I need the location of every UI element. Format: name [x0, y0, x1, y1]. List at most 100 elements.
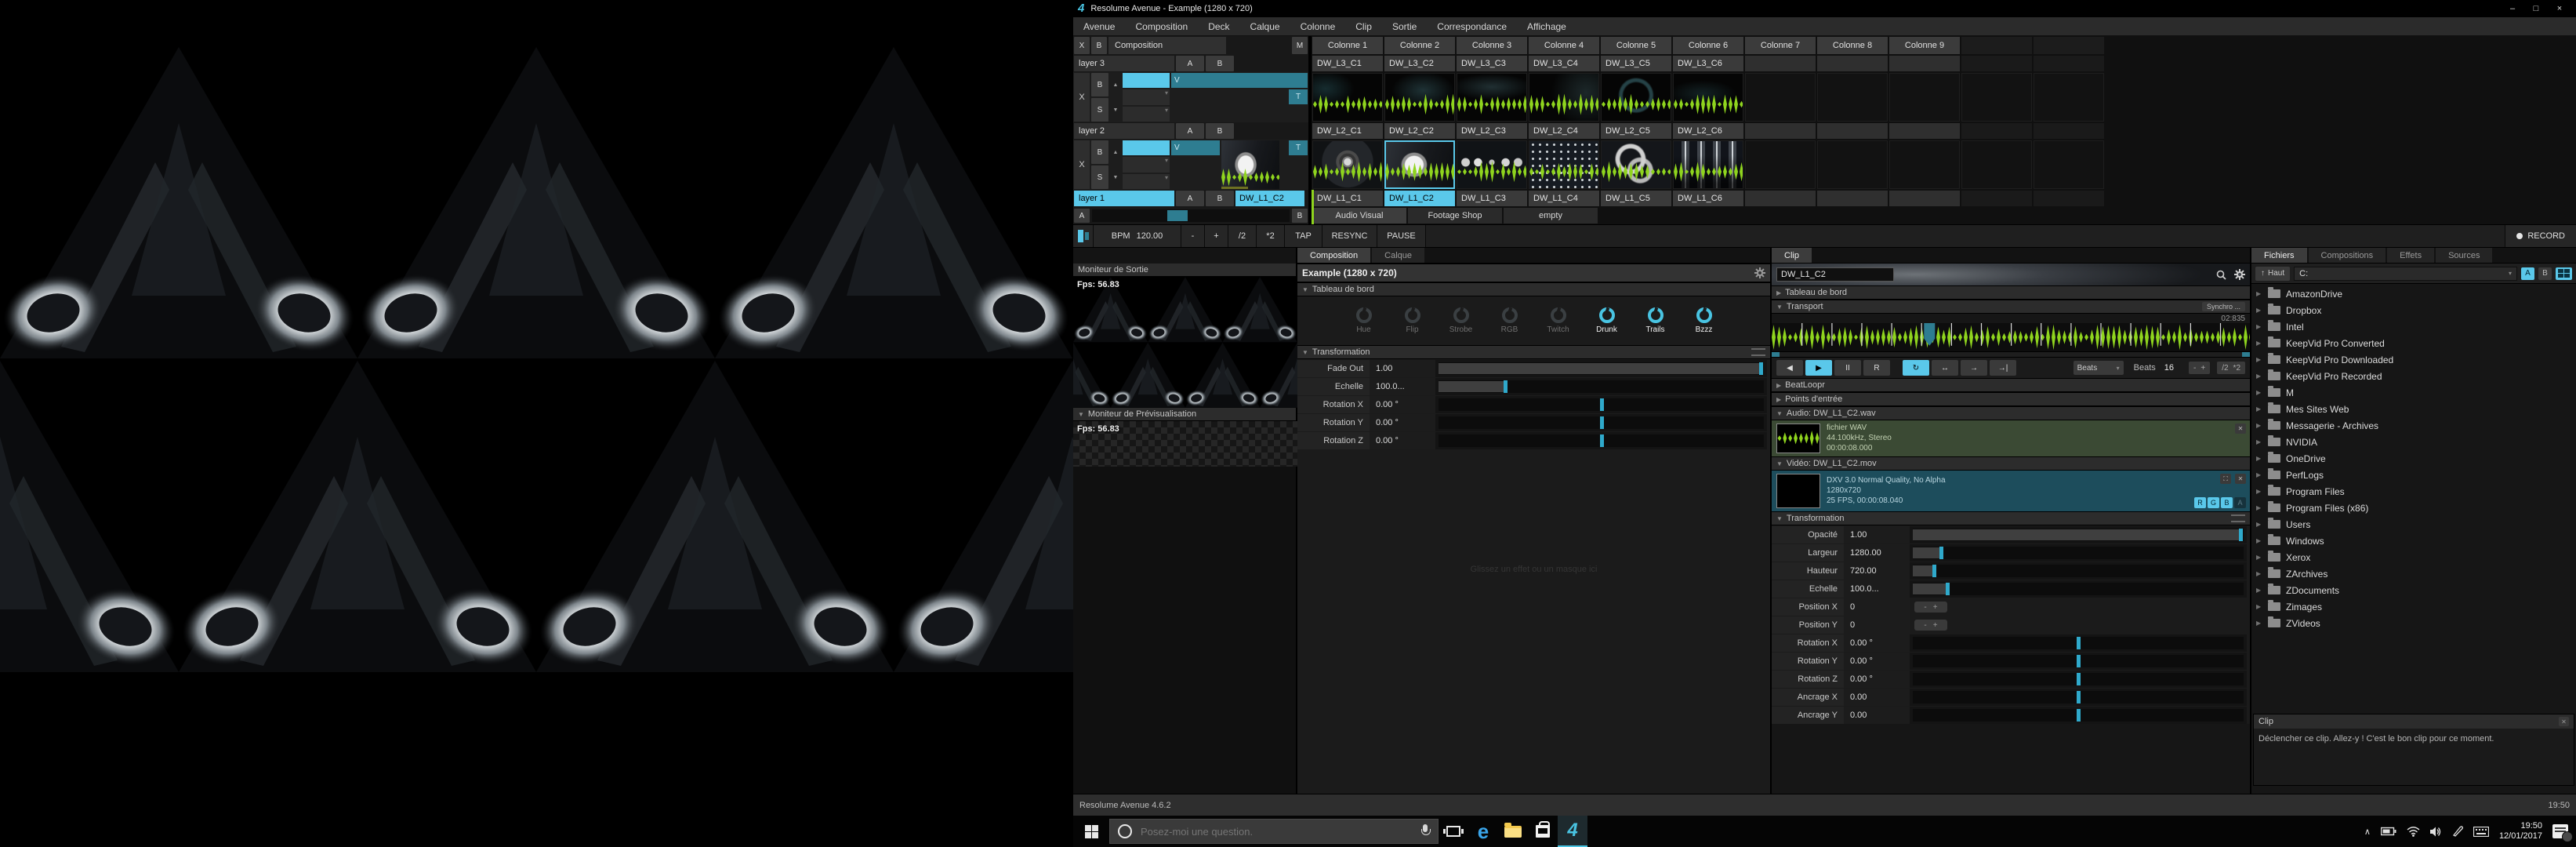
- taskbar-search[interactable]: [1109, 819, 1439, 844]
- expand-arrow-icon[interactable]: ▶: [2256, 290, 2262, 297]
- param-slider[interactable]: -+: [1910, 616, 2247, 634]
- clip-name-cell[interactable]: DW_L2_C6: [1673, 123, 1743, 139]
- channel-toggle[interactable]: A: [2234, 497, 2246, 508]
- param-slider[interactable]: [1910, 562, 2247, 580]
- hamburger-icon[interactable]: [1751, 348, 1765, 356]
- layer3-up-arrow[interactable]: ▲: [1109, 72, 1122, 97]
- dashboard-knob[interactable]: Hue: [1344, 307, 1384, 334]
- tap-button[interactable]: TAP: [1285, 225, 1322, 247]
- folder-row[interactable]: ▶ Intel: [2251, 318, 2576, 335]
- clip-name-cell[interactable]: DW_L1_C3: [1457, 191, 1527, 206]
- layer1-transition-button[interactable]: T: [1289, 140, 1308, 155]
- clip-thumbnail[interactable]: [1457, 140, 1527, 189]
- composition-x-button[interactable]: X: [1074, 37, 1090, 54]
- folder-row[interactable]: ▶ ZDocuments: [2251, 582, 2576, 598]
- sync-mode-dropdown[interactable]: Synchro ...: [2202, 302, 2245, 311]
- close-icon[interactable]: ✕: [2559, 717, 2569, 726]
- expand-arrow-icon[interactable]: ▶: [2256, 373, 2262, 380]
- clip-name-cell[interactable]: DW_L2_C1: [1312, 123, 1383, 139]
- crossfader-track[interactable]: [1092, 209, 1290, 222]
- param-slider[interactable]: [1910, 671, 2247, 688]
- menu-item[interactable]: Clip: [1345, 17, 1382, 36]
- play-hold-button[interactable]: →|: [1990, 360, 2016, 376]
- param-value[interactable]: 0.00 °: [1370, 414, 1435, 431]
- menu-item[interactable]: Calque: [1240, 17, 1290, 36]
- preview-monitor-header[interactable]: ▼ Moniteur de Prévisualisation: [1073, 408, 1296, 421]
- layer1-blend-stack[interactable]: [1122, 140, 1170, 190]
- up-directory-button[interactable]: ↑ Haut: [2255, 267, 2290, 281]
- column-header[interactable]: Colonne 8: [1817, 37, 1888, 54]
- gear-icon[interactable]: [2234, 269, 2245, 280]
- param-slider[interactable]: [1435, 360, 1767, 377]
- param-value[interactable]: 1.00: [1844, 526, 1910, 543]
- layer2-a-button[interactable]: A: [1176, 123, 1204, 139]
- column-header[interactable]: Colonne 5: [1601, 37, 1671, 54]
- menu-item[interactable]: Composition: [1125, 17, 1198, 36]
- param-slider[interactable]: [1435, 396, 1767, 413]
- beats-dropdown[interactable]: Beats▾: [2073, 361, 2124, 375]
- bpm-minus-button[interactable]: -: [1181, 225, 1205, 247]
- fullscreen-icon[interactable]: ⛶: [2220, 474, 2231, 484]
- dashboard-knob[interactable]: Bzzz: [1684, 307, 1725, 334]
- expand-arrow-icon[interactable]: ▶: [2256, 455, 2262, 462]
- remove-video-button[interactable]: ✕: [2235, 474, 2246, 484]
- resolume-taskbar-button[interactable]: 4: [1558, 816, 1587, 847]
- column-header[interactable]: Colonne 2: [1384, 37, 1455, 54]
- expand-arrow-icon[interactable]: ▶: [2256, 438, 2262, 445]
- param-value[interactable]: 720.00: [1844, 562, 1910, 580]
- microphone-icon[interactable]: [1420, 824, 1430, 838]
- expand-arrow-icon[interactable]: ▶: [2256, 356, 2262, 363]
- clip-thumbnail[interactable]: [1312, 140, 1383, 189]
- bank-a-button[interactable]: A: [2521, 267, 2534, 280]
- transport-waveform[interactable]: [1772, 323, 2250, 351]
- composition-panel-tab[interactable]: Calque: [1372, 248, 1424, 263]
- clip-thumbnail[interactable]: [1384, 73, 1455, 122]
- param-value[interactable]: 0.00 °: [1370, 432, 1435, 449]
- files-panel-tab[interactable]: Sources: [2436, 248, 2492, 263]
- param-slider[interactable]: [1910, 526, 2247, 543]
- param-value[interactable]: 0.00 °: [1370, 396, 1435, 413]
- param-slider[interactable]: [1435, 432, 1767, 449]
- bounce-mode-button[interactable]: ↔: [1932, 360, 1958, 376]
- clip-name-cell[interactable]: DW_L3_C3: [1457, 56, 1527, 71]
- folder-row[interactable]: ▶ Windows: [2251, 533, 2576, 549]
- clip-thumbnail[interactable]: [1673, 73, 1743, 122]
- menu-item[interactable]: Correspondance: [1427, 17, 1517, 36]
- composition-master-button[interactable]: M: [1292, 37, 1308, 54]
- play-button[interactable]: ▶: [1805, 360, 1832, 376]
- channel-toggle[interactable]: R: [2194, 497, 2206, 508]
- bank-b-button[interactable]: B: [2538, 267, 2552, 280]
- param-slider[interactable]: [1910, 653, 2247, 670]
- expand-arrow-icon[interactable]: ▶: [2256, 554, 2262, 561]
- param-value[interactable]: 0: [1844, 616, 1910, 634]
- crossfader-handle[interactable]: [1167, 210, 1188, 221]
- expand-arrow-icon[interactable]: ▶: [2256, 620, 2262, 627]
- param-value[interactable]: 100.0...: [1370, 378, 1435, 395]
- channel-toggle[interactable]: B: [2221, 497, 2233, 508]
- param-value[interactable]: 100.0...: [1844, 580, 1910, 598]
- layer3-a-button[interactable]: A: [1176, 56, 1204, 71]
- beats-minus-plus[interactable]: -+: [2189, 362, 2210, 374]
- param-slider[interactable]: [1910, 544, 2247, 562]
- dashboard-knob[interactable]: Trails: [1635, 307, 1676, 334]
- files-panel-tab[interactable]: Effets: [2387, 248, 2434, 263]
- channel-toggle[interactable]: G: [2208, 497, 2219, 508]
- folder-row[interactable]: ▶ KeepVid Pro Recorded: [2251, 368, 2576, 384]
- dashboard-knob[interactable]: Drunk: [1587, 307, 1627, 334]
- edge-button[interactable]: e: [1468, 816, 1498, 847]
- beats-half-double[interactable]: /2*2: [2217, 362, 2245, 374]
- folder-row[interactable]: ▶ OneDrive: [2251, 450, 2576, 467]
- bpm-plus-button[interactable]: +: [1205, 225, 1228, 247]
- folder-row[interactable]: ▶ Dropbox: [2251, 302, 2576, 318]
- expand-arrow-icon[interactable]: ▶: [2256, 422, 2262, 429]
- column-header[interactable]: Colonne 4: [1529, 37, 1599, 54]
- dashboard-knob[interactable]: Twitch: [1538, 307, 1579, 334]
- random-button[interactable]: R: [1863, 360, 1890, 376]
- bpm-half-button[interactable]: /2: [1228, 225, 1257, 247]
- column-header[interactable]: Colonne 7: [1745, 37, 1816, 54]
- expand-arrow-icon[interactable]: ▶: [2256, 603, 2262, 610]
- dashboard-knob[interactable]: RGB: [1489, 307, 1530, 334]
- column-header[interactable]: Colonne 1: [1312, 37, 1383, 54]
- layer1-bypass-button[interactable]: B: [1091, 140, 1108, 164]
- start-button[interactable]: [1073, 816, 1109, 847]
